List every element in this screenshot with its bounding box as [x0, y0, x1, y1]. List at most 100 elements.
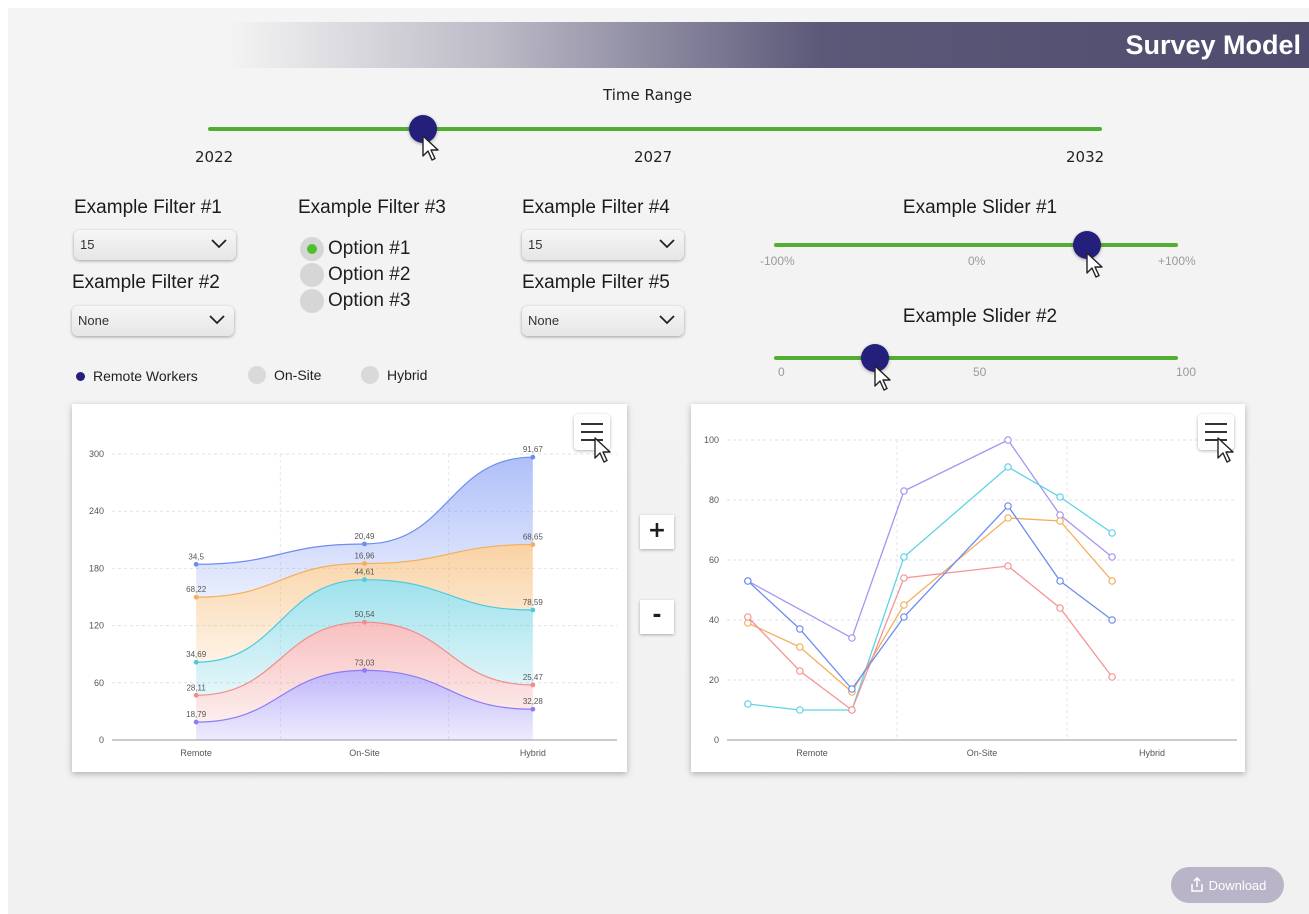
data-point	[1056, 577, 1064, 585]
data-point	[1056, 517, 1064, 525]
data-point	[744, 613, 752, 621]
data-point	[362, 667, 367, 673]
line-chart: 0 20 40 60 80 100 Remote On-Site Hybrid	[704, 435, 1237, 758]
time-range-track[interactable]	[208, 127, 1102, 131]
radio-button-selected[interactable]	[300, 237, 324, 261]
legend-marker	[361, 366, 379, 384]
legend-label: Remote Workers	[93, 368, 198, 384]
slider-1-tick-min: -100%	[760, 254, 795, 268]
data-label: 16,96	[354, 551, 375, 560]
data-label: 73,03	[354, 658, 375, 667]
data-point	[362, 561, 367, 566]
mouse-pointer-icon	[1086, 252, 1103, 278]
data-point	[796, 667, 804, 675]
radio-option-3[interactable]: Option #3	[300, 288, 410, 314]
y-tick-label: 180	[89, 563, 104, 573]
data-label: 32,28	[523, 697, 544, 706]
filter-4-value: 15	[528, 237, 543, 252]
legend-item-on-site[interactable]: On-Site	[248, 366, 321, 384]
data-point	[193, 692, 199, 698]
data-point	[530, 607, 536, 613]
filter-5-value: None	[528, 313, 560, 328]
data-label: 25,47	[523, 673, 544, 682]
data-point	[362, 619, 367, 625]
data-point	[1004, 502, 1012, 510]
radio-option-2[interactable]: Option #2	[300, 262, 410, 288]
y-tick-label: 60	[709, 555, 719, 565]
slider-1-title: Example Slider #1	[902, 197, 1058, 218]
zoom-in-button[interactable]: +	[640, 515, 674, 549]
data-label: 34,69	[186, 650, 207, 659]
mouse-pointer-icon	[594, 437, 611, 463]
filter-1-title: Example Filter #1	[74, 197, 222, 218]
data-point	[1108, 616, 1116, 624]
filter-2-select[interactable]: None	[72, 306, 234, 336]
time-tick-start: 2022	[195, 148, 234, 166]
x-tick-label: Remote	[796, 748, 828, 758]
slider-2-track[interactable]	[774, 356, 1178, 360]
data-point	[1004, 436, 1012, 444]
data-point	[193, 659, 199, 665]
mouse-pointer-icon	[421, 135, 439, 161]
data-point	[1004, 514, 1012, 522]
slider-2-title: Example Slider #2	[902, 306, 1058, 327]
chevron-down-icon	[659, 315, 675, 325]
data-label: 44,61	[354, 568, 375, 577]
data-label: 68,22	[186, 585, 207, 594]
line-chart-card: 0 20 40 60 80 100 Remote On-Site Hybrid	[691, 404, 1245, 772]
app-window: Survey Model Time Range 2022 2027 2032 E…	[8, 8, 1309, 914]
share-upload-icon	[1190, 877, 1203, 892]
data-label: 68,65	[523, 533, 544, 542]
legend-label: On-Site	[274, 367, 322, 383]
data-point	[1004, 463, 1012, 471]
y-tick-label: 300	[89, 449, 104, 459]
data-label: 20,49	[354, 532, 375, 541]
filter-3-title: Example Filter #3	[298, 197, 446, 218]
data-point	[900, 574, 908, 582]
time-tick-end: 2032	[1066, 148, 1105, 166]
data-point	[193, 561, 199, 567]
data-point	[744, 700, 752, 708]
x-tick-label: Hybrid	[520, 748, 546, 758]
hamburger-menu-icon	[581, 423, 603, 425]
slider-2-tick-max: 100	[1176, 365, 1197, 379]
data-point	[1056, 604, 1064, 612]
filter-4-title: Example Filter #4	[522, 197, 670, 218]
x-tick-label: On-Site	[349, 748, 380, 758]
filter-4-select[interactable]: 15	[522, 230, 684, 260]
radio-button[interactable]	[300, 289, 324, 313]
data-label: 18,79	[186, 710, 207, 719]
mouse-pointer-icon	[874, 365, 891, 391]
data-point	[796, 625, 804, 633]
filter-1-value: 15	[80, 237, 95, 252]
download-button[interactable]: Download	[1171, 867, 1284, 903]
download-label: Download	[1208, 877, 1267, 893]
data-point	[848, 634, 856, 642]
time-tick-mid: 2027	[634, 148, 673, 166]
page-title: Survey Model	[1125, 30, 1301, 60]
filter-1-select[interactable]: 15	[74, 230, 236, 260]
data-point	[193, 719, 199, 725]
x-tick-label: On-Site	[967, 748, 998, 758]
data-point	[796, 706, 804, 714]
data-point	[796, 643, 804, 651]
chevron-down-icon	[659, 239, 675, 249]
slider-1-tick-max: +100%	[1158, 254, 1196, 268]
zoom-out-button[interactable]: -	[640, 600, 674, 634]
legend-marker	[76, 371, 85, 381]
radio-button[interactable]	[300, 263, 324, 287]
data-point	[1004, 562, 1012, 570]
y-tick-label: 0	[714, 735, 719, 745]
radio-option-1[interactable]: Option #1	[300, 236, 410, 262]
slider-1-track[interactable]	[774, 243, 1178, 247]
line-series	[747, 504, 1113, 691]
legend-item-remote-workers[interactable]: Remote Workers	[76, 368, 198, 384]
filter-5-select[interactable]: None	[522, 306, 684, 336]
slider-1-tick-mid: 0%	[968, 254, 986, 268]
legend-marker	[248, 366, 266, 384]
y-tick-label: 100	[704, 435, 719, 445]
legend-item-hybrid[interactable]: Hybrid	[361, 366, 427, 384]
slider-2-tick-min: 0	[778, 365, 785, 379]
chevron-down-icon	[209, 315, 225, 325]
data-point	[530, 682, 536, 688]
